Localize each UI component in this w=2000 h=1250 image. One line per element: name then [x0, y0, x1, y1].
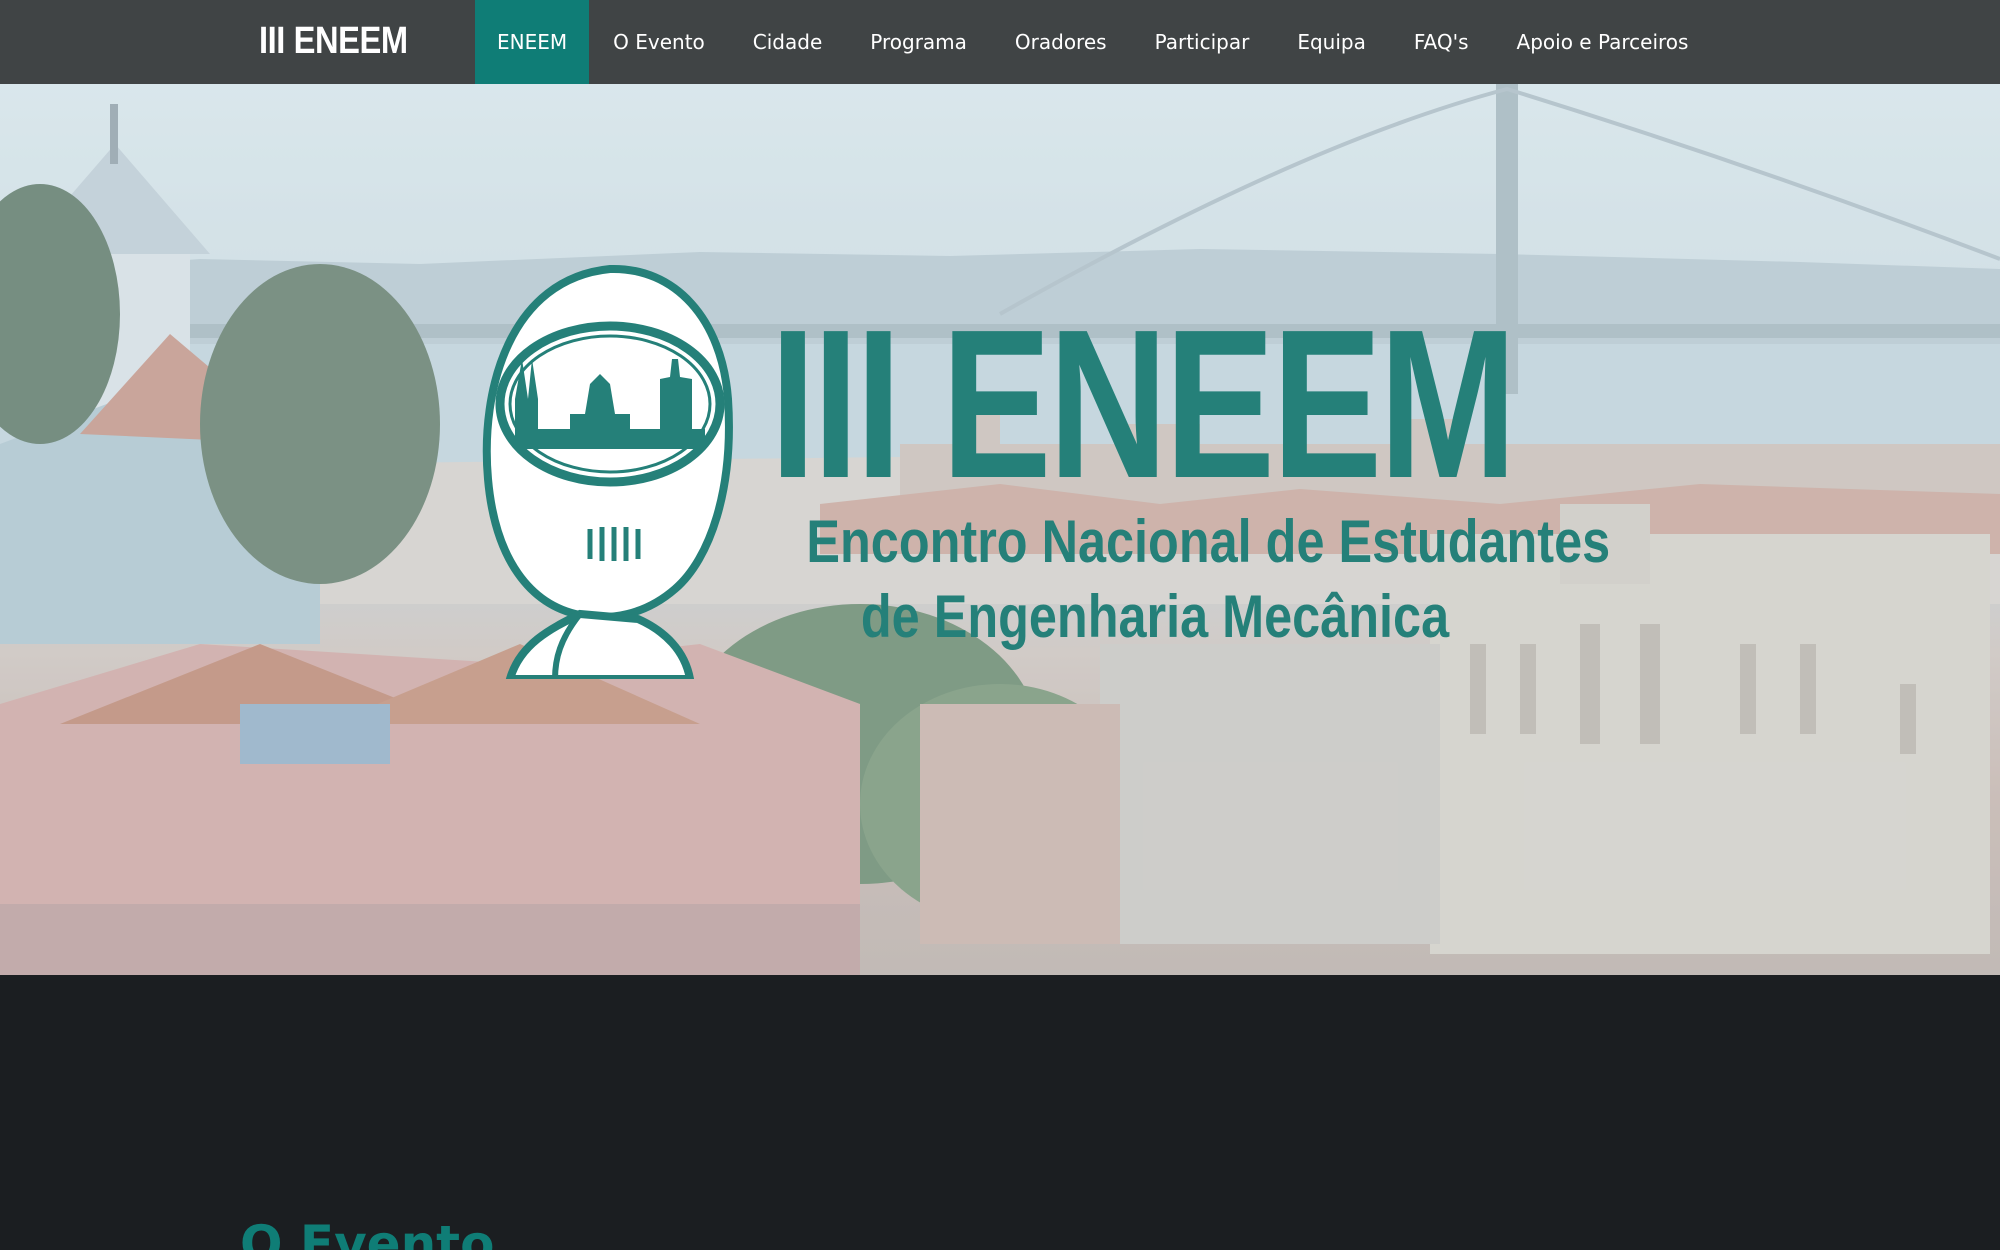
- nav-item-cidade[interactable]: Cidade: [729, 0, 846, 84]
- top-navbar: III ENEEM ENEEM O Evento Cidade Programa…: [0, 0, 2000, 84]
- nav-item-apoio-parceiros[interactable]: Apoio e Parceiros: [1493, 0, 1713, 84]
- nav-item-o-evento[interactable]: O Evento: [589, 0, 729, 84]
- brand-logo[interactable]: III ENEEM: [259, 19, 408, 63]
- logo-subtitle-line2: de Engenharia Mecânica: [860, 583, 1450, 650]
- nav-item-faqs[interactable]: FAQ's: [1390, 0, 1493, 84]
- nav-item-equipa[interactable]: Equipa: [1273, 0, 1390, 84]
- nav-menu: ENEEM O Evento Cidade Programa Oradores …: [475, 0, 1712, 84]
- eneem-logo: III ENEEM Encontro Nacional de Estudante…: [0, 84, 2000, 975]
- astronaut-helmet-icon: [482, 264, 733, 679]
- nav-item-participar[interactable]: Participar: [1131, 0, 1274, 84]
- section-title-o-evento: O Evento: [240, 1215, 495, 1250]
- hero-banner: III ENEEM Encontro Nacional de Estudante…: [0, 84, 2000, 975]
- logo-subtitle-line1: Encontro Nacional de Estudantes: [806, 508, 1611, 575]
- nav-item-oradores[interactable]: Oradores: [991, 0, 1131, 84]
- nav-item-eneem[interactable]: ENEEM: [475, 0, 590, 84]
- nav-item-programa[interactable]: Programa: [846, 0, 991, 84]
- logo-title: III ENEEM: [770, 285, 1517, 522]
